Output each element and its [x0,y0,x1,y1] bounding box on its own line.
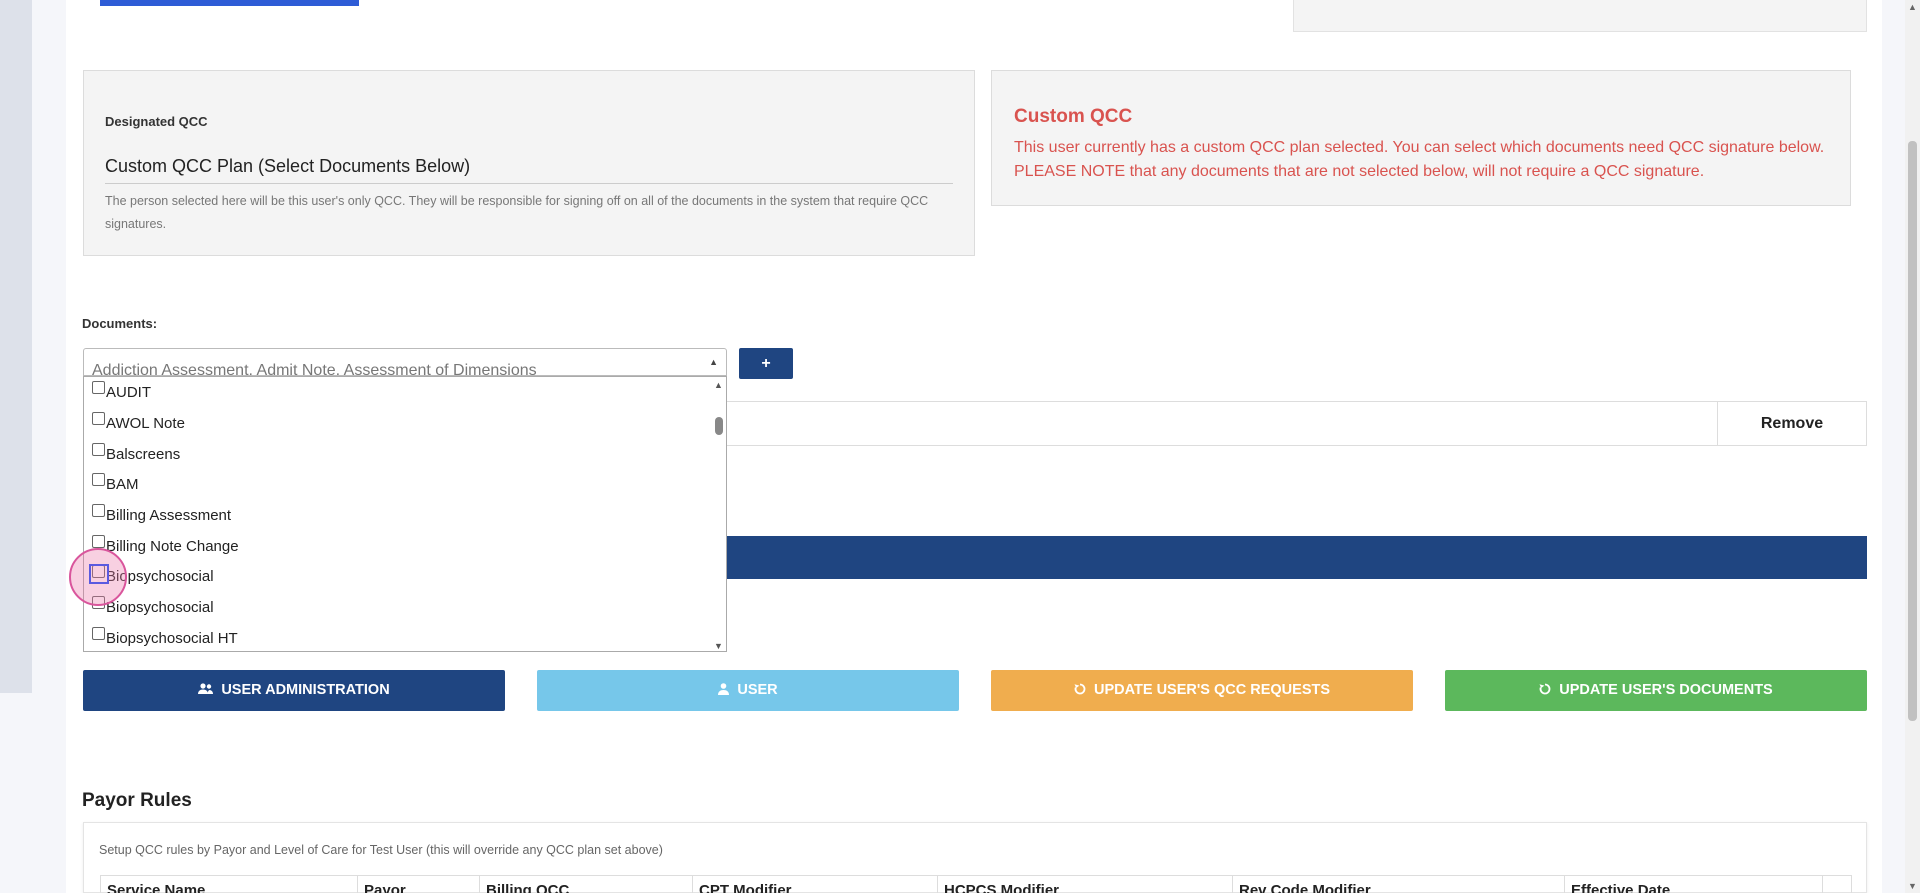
checkbox[interactable] [92,535,105,548]
refresh-icon [1074,682,1090,698]
scroll-down-icon[interactable]: ▼ [1908,881,1917,891]
designated-qcc-help: The person selected here will be this us… [105,194,929,231]
option-label: BAM [106,476,139,493]
user-administration-button[interactable]: USER ADMINISTRATION [83,670,505,711]
column-header: HCPCS Modifier [938,876,1233,893]
payor-rules-panel: Setup QCC rules by Payor and Level of Ca… [83,822,1867,893]
documents-selected-text: Addiction Assessment, Admit Note, Assess… [92,362,537,376]
scroll-thumb[interactable] [1908,141,1917,721]
column-header: Billing QCC [480,876,693,893]
checkbox[interactable] [92,381,105,394]
add-document-button[interactable]: + [739,348,793,379]
top-button-partial[interactable] [100,0,359,6]
custom-qcc-notice: Custom QCC This user currently has a cus… [991,70,1851,206]
scroll-thumb[interactable] [715,417,723,435]
table-footer-bar [726,536,1867,579]
column-header: CPT Modifier [693,876,938,893]
payor-rules-description: Setup QCC rules by Payor and Level of Ca… [99,843,663,857]
checkbox[interactable] [92,473,105,486]
option-label: Balscreens [106,446,181,463]
scroll-down-icon[interactable]: ▼ [714,641,723,651]
user-button[interactable]: USER [537,670,959,711]
column-header: Effective Date [1565,876,1823,893]
left-sidebar-edge [0,0,32,693]
payor-rules-table-header: Service Name Payor Billing QCC CPT Modif… [100,875,1852,893]
custom-qcc-message: This user currently has a custom QCC pla… [1014,139,1825,180]
user-administration-label: USER ADMINISTRATION [221,682,390,698]
option-label: AWOL Note [106,415,185,432]
custom-qcc-title: Custom QCC [1014,106,1133,127]
option-label: Biopsychosocial [106,599,214,616]
checkbox[interactable] [92,443,105,456]
documents-label: Documents: [82,316,158,331]
checkbox[interactable] [92,412,105,425]
column-header: Service Name [101,876,358,893]
option-label: Billing Assessment [106,507,232,524]
update-documents-label: UPDATE USER'S DOCUMENTS [1559,682,1773,698]
click-indicator [69,548,127,606]
remove-column-header: Remove [1717,402,1866,445]
designated-qcc-label: Designated QCC [105,114,208,129]
documents-table-header: Remove [726,401,1867,446]
user-label: USER [737,682,778,698]
option-label: Biopsychosocial HT [106,630,238,647]
checkbox[interactable] [92,627,105,640]
checkbox[interactable] [92,504,105,517]
option-label: Billing Note Change [106,538,239,555]
caret-up-icon: ▲ [709,357,718,367]
update-qcc-requests-label: UPDATE USER'S QCC REQUESTS [1094,682,1331,698]
designated-qcc-select[interactable]: Custom QCC Plan (Select Documents Below) [105,156,953,184]
payor-rules-title: Payor Rules [82,790,192,811]
option-label: AUDIT [106,384,151,401]
column-header: Rev Code Modifier [1233,876,1565,893]
scroll-up-icon[interactable]: ▲ [714,380,723,390]
documents-multiselect[interactable]: Addiction Assessment, Admit Note, Assess… [83,348,727,376]
update-documents-button[interactable]: UPDATE USER'S DOCUMENTS [1445,670,1867,711]
focused-checkbox-outline [89,564,109,584]
update-qcc-requests-button[interactable]: UPDATE USER'S QCC REQUESTS [991,670,1413,711]
page-scrollbar[interactable]: ▲ ▼ [1905,0,1920,893]
top-right-panel-partial [1293,0,1867,32]
column-header: Payor [358,876,480,893]
scroll-up-icon[interactable]: ▲ [1908,2,1917,12]
users-icon [198,682,217,698]
column-header [1823,876,1851,893]
designated-qcc-panel: Designated QCC Custom QCC Plan (Select D… [83,70,975,256]
refresh-icon [1539,682,1555,698]
user-icon [718,682,733,698]
dropdown-scrollbar[interactable]: ▲ ▼ [711,377,726,651]
documents-dropdown-list[interactable]: AUDIT AWOL Note Balscreens BAM Billing A… [83,376,727,652]
